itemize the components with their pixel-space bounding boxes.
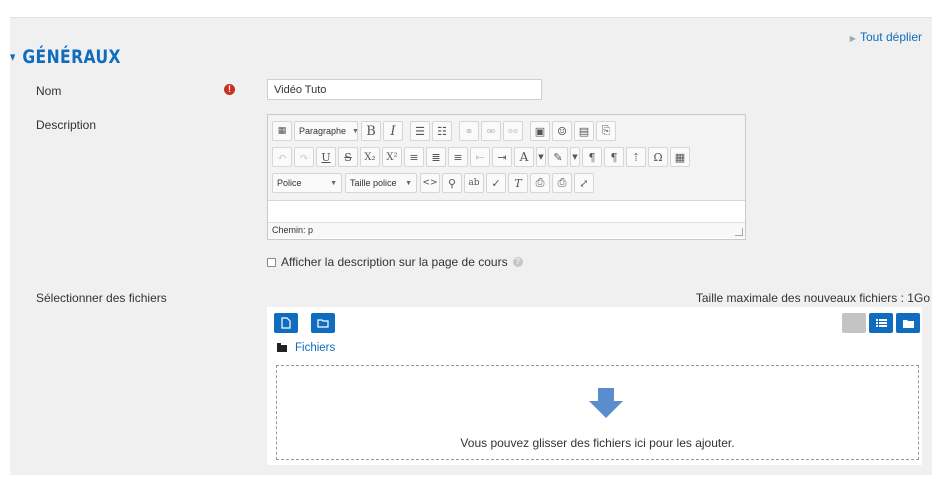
remove-format-icon[interactable]: T	[508, 173, 528, 193]
resize-handle-icon[interactable]	[735, 228, 743, 236]
expand-all-link[interactable]: ▶ Tout déplier	[850, 30, 922, 44]
file-icon	[281, 317, 291, 329]
media-icon[interactable]: ▤	[574, 121, 594, 141]
view-tree-button[interactable]	[896, 313, 920, 333]
link-icon[interactable]: ⚭	[459, 121, 479, 141]
file-manager: Fichiers Vous pouvez glisser des fichier…	[267, 307, 922, 465]
subscript-icon[interactable]: X₂	[360, 147, 380, 167]
paste-text-icon[interactable]: ⎙	[530, 173, 550, 193]
triangle-right-icon: ▶	[849, 34, 856, 43]
text-color-icon[interactable]: A	[514, 147, 534, 167]
editor-content-area[interactable]	[268, 201, 745, 223]
image-icon[interactable]: ▣	[530, 121, 550, 141]
editor-toolbar: ▦ Paragraphe ▼ B I ☰ ☷ ⚭ ⚮ ⚯ ▣ ☺ ▤ ⎘ ↶ ↷…	[268, 115, 745, 201]
font-size-select[interactable]: Taille police ▼	[345, 173, 417, 193]
align-center-icon[interactable]: ≣	[426, 147, 446, 167]
create-folder-button[interactable]	[311, 313, 335, 333]
italic-icon[interactable]: I	[383, 121, 403, 141]
arrow-down-icon	[589, 388, 623, 418]
list-icon	[875, 319, 887, 327]
bold-icon[interactable]: B	[361, 121, 381, 141]
redo-icon[interactable]: ↷	[294, 147, 314, 167]
chevron-down-icon: ▾	[10, 50, 16, 65]
file-dropzone[interactable]: Vous pouvez glisser des fichiers ici pou…	[276, 365, 919, 460]
name-label: Nom	[36, 84, 62, 98]
show-description-label: Afficher la description sur la page de c…	[281, 255, 508, 269]
paste-icon[interactable]: ⎘	[596, 121, 616, 141]
font-select-label: Police	[277, 178, 302, 188]
editor-path: Chemin: p	[272, 225, 314, 235]
paragraph-select[interactable]: Paragraphe ▼	[294, 121, 359, 141]
fullscreen-icon[interactable]: ⤢	[574, 173, 594, 193]
spellcheck-icon[interactable]: ab	[464, 173, 484, 193]
section-title: GÉNÉRAUX	[22, 46, 121, 68]
numbered-list-icon[interactable]: ☷	[432, 121, 452, 141]
indent-icon[interactable]: ⇥	[492, 147, 512, 167]
font-size-select-label: Taille police	[350, 178, 397, 188]
text-color-dropdown-icon[interactable]: ▼	[536, 147, 546, 167]
underline-icon[interactable]: U	[316, 147, 336, 167]
folder-icon	[317, 319, 329, 328]
breadcrumb: Fichiers	[277, 342, 335, 354]
caret-down-icon: ▼	[352, 127, 359, 135]
expand-all-label: Tout déplier	[859, 30, 922, 44]
table-icon[interactable]: ▦	[670, 147, 690, 167]
anchor-icon[interactable]: ⚯	[503, 121, 523, 141]
help-icon[interactable]: ?	[512, 257, 523, 267]
required-icon: !	[224, 84, 235, 95]
add-file-button[interactable]	[274, 313, 298, 333]
highlight-dropdown-icon[interactable]: ▼	[570, 147, 580, 167]
folder-icon	[902, 319, 914, 328]
name-input[interactable]	[267, 79, 542, 100]
description-label: Description	[36, 118, 97, 132]
ltr-icon[interactable]: ¶	[582, 147, 602, 167]
paste-word-icon[interactable]: ⎙	[552, 173, 572, 193]
paragraph-select-label: Paragraphe	[299, 126, 347, 136]
caret-down-icon: ▼	[330, 179, 337, 187]
upload-icon[interactable]: ⇡	[626, 147, 646, 167]
code-icon[interactable]: <>	[420, 173, 440, 193]
breadcrumb-files-link[interactable]: Fichiers	[295, 342, 335, 354]
highlight-color-icon[interactable]: ✎	[548, 147, 568, 167]
unlink-icon[interactable]: ⚮	[481, 121, 501, 141]
caret-down-icon: ▼	[405, 179, 412, 187]
files-label: Sélectionner des fichiers	[36, 291, 167, 305]
dropzone-text: Vous pouvez glisser des fichiers ici pou…	[460, 436, 735, 450]
search-replace-icon[interactable]: ⚲	[442, 173, 462, 193]
general-section: ▶Tout déplier ▾ GÉNÉRAUX Nom ! Descriptio…	[10, 17, 932, 475]
outdent-icon[interactable]: ⇤	[470, 147, 490, 167]
emoticon-icon[interactable]: ☺	[552, 121, 572, 141]
superscript-icon[interactable]: X²	[382, 147, 402, 167]
font-select[interactable]: Police ▼	[272, 173, 342, 193]
max-file-size: Taille maximale des nouveaux fichiers : …	[695, 291, 930, 305]
show-description-checkbox[interactable]	[267, 257, 276, 267]
view-list-button[interactable]	[869, 313, 893, 333]
section-header[interactable]: ▾ GÉNÉRAUX	[10, 46, 121, 68]
bullet-list-icon[interactable]: ☰	[410, 121, 430, 141]
view-icons-button[interactable]	[842, 313, 866, 333]
strikethrough-icon[interactable]: S	[338, 147, 358, 167]
editor-status-bar: Chemin: p	[268, 223, 745, 238]
align-right-icon[interactable]: ≡	[448, 147, 468, 167]
special-char-icon[interactable]: Ω	[648, 147, 668, 167]
folder-icon	[277, 342, 287, 352]
undo-icon[interactable]: ↶	[272, 147, 292, 167]
description-editor: ▦ Paragraphe ▼ B I ☰ ☷ ⚭ ⚮ ⚯ ▣ ☺ ▤ ⎘ ↶ ↷…	[267, 114, 746, 240]
rtl-icon[interactable]: ¶	[604, 147, 624, 167]
clean-icon[interactable]: ✓	[486, 173, 506, 193]
toolbar-toggle-icon[interactable]: ▦	[272, 121, 292, 141]
align-left-icon[interactable]: ≡	[404, 147, 424, 167]
show-description-row: Afficher la description sur la page de c…	[267, 255, 523, 269]
